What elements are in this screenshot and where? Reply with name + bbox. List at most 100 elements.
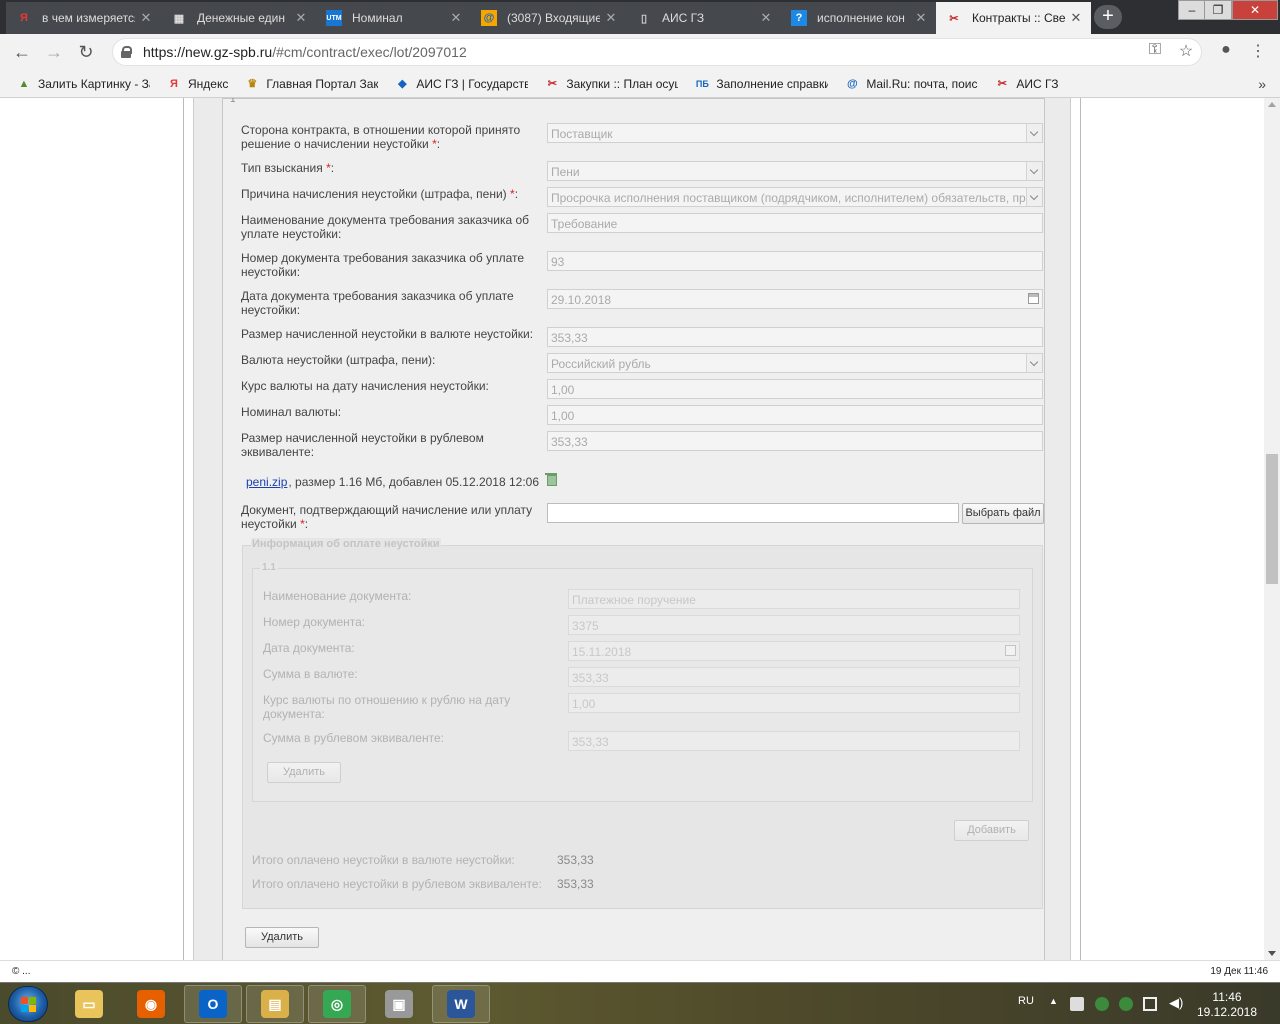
emblem-icon: ♛ [247, 78, 258, 90]
clock-date: 19.12.2018 [1196, 1005, 1258, 1019]
delete-payment-button[interactable]: Удалить [267, 762, 341, 783]
close-icon[interactable]: ✕ [914, 10, 928, 26]
taskbar-app-outlook[interactable]: O [184, 985, 242, 1023]
payment-text-field[interactable]: 353,33 [568, 731, 1020, 751]
tray-network-tools-icon[interactable] [1070, 997, 1084, 1011]
choose-file-button[interactable]: Выбрать файл [962, 503, 1044, 524]
browser-tab[interactable]: ? исполнение кон ✕ [781, 2, 937, 34]
field-label: Курс валюты на дату начисления неустойки… [241, 379, 489, 393]
status-bar: © ... 19 Дек 11:46 [0, 960, 1280, 982]
close-icon[interactable]: ✕ [449, 10, 463, 26]
file-path-input[interactable] [547, 503, 959, 523]
field-label: Номинал валюты: [241, 405, 342, 419]
tools-icon: ✂ [949, 12, 959, 25]
taskbar-app-chrome[interactable]: ◎ [308, 985, 366, 1023]
bookmark-item[interactable]: ✂ АИС ГЗ [994, 76, 1059, 92]
vertical-scrollbar[interactable] [1264, 98, 1280, 960]
payment-text-field[interactable]: 3375 [568, 615, 1020, 635]
bookmark-item[interactable]: ✂ Закупки :: План осущ [544, 76, 679, 92]
select-field[interactable]: Российский рубль [547, 353, 1043, 373]
text-field[interactable]: 1,00 [547, 379, 1043, 399]
chevron-down-icon[interactable] [1026, 124, 1042, 142]
taskbar-clock[interactable]: 11:46 19.12.2018 [1192, 990, 1262, 1020]
forward-icon[interactable]: → [42, 40, 66, 64]
field-label: Валюта неустойки (штрафа, пени): [241, 353, 436, 367]
browser-tab[interactable]: ▦ Денежные един ✕ [161, 2, 317, 34]
chevron-down-icon[interactable] [1026, 188, 1042, 206]
scrollbar-thumb[interactable] [1266, 454, 1278, 584]
payment-field-label: Дата документа: [263, 641, 355, 655]
bookmark-item[interactable]: ♛ Главная Портал Заку [244, 76, 378, 92]
close-icon[interactable]: ✕ [1069, 10, 1083, 26]
calendar-icon[interactable] [1028, 293, 1039, 304]
tray-display-icon[interactable] [1143, 997, 1157, 1011]
taskbar-app-file-manager[interactable]: ▤ [246, 985, 304, 1023]
close-icon[interactable]: ✕ [294, 10, 308, 26]
key-icon[interactable]: ⚿ [1144, 41, 1166, 59]
select-field[interactable]: Поставщик [547, 123, 1043, 143]
close-window-button[interactable]: ✕ [1232, 0, 1278, 20]
text-field[interactable]: Требование [547, 213, 1043, 233]
clock-time: 11:46 [1212, 990, 1242, 1004]
payment-field-label: Курс валюты по отношению к рублю на дату… [263, 693, 511, 721]
browser-tab[interactable]: UTM Номинал ✕ [316, 2, 472, 34]
language-indicator[interactable]: RU [1018, 995, 1034, 1024]
minimize-button[interactable]: – [1178, 0, 1206, 20]
select-field[interactable]: Просрочка исполнения поставщиком (подряд… [547, 187, 1043, 207]
reload-icon[interactable]: ↻ [74, 40, 98, 64]
tray-security-icon[interactable] [1119, 997, 1133, 1011]
text-field[interactable]: 93 [547, 251, 1043, 271]
bookmark-star-icon[interactable]: ☆ [1175, 41, 1197, 61]
close-icon[interactable]: ✕ [604, 10, 618, 26]
browser-tab[interactable]: Яв чем измеряется ✕ [6, 2, 162, 34]
bookmark-item[interactable]: ▲ Залить Картинку - За [16, 76, 150, 92]
payment-date-field[interactable]: 15.11.2018 [568, 641, 1020, 661]
start-button[interactable] [8, 986, 48, 1022]
profile-icon[interactable]: ● [1215, 41, 1237, 59]
bookmarks-more-button[interactable]: » [1258, 76, 1266, 92]
new-tab-button[interactable]: + [1094, 5, 1122, 29]
taskbar-app-word[interactable]: W [432, 985, 490, 1023]
chevron-down-icon[interactable] [1026, 162, 1042, 180]
back-icon[interactable]: ← [10, 40, 34, 64]
maximize-button[interactable]: ❐ [1204, 0, 1232, 20]
close-icon[interactable]: ✕ [139, 10, 153, 26]
browser-tab[interactable]: ▯ АИС ГЗ ✕ [626, 2, 782, 34]
text-field[interactable]: 1,00 [547, 405, 1043, 425]
taskbar-app-firefox[interactable]: ◉ [122, 985, 180, 1023]
scroll-down-icon[interactable] [1268, 951, 1276, 956]
payment-text-field[interactable]: Платежное поручение [568, 589, 1020, 609]
add-payment-button[interactable]: Добавить [954, 820, 1029, 841]
bookmark-item[interactable]: ПБ Заполнение справки [694, 76, 828, 92]
menu-icon[interactable]: ⋮ [1247, 41, 1269, 61]
chevron-down-icon[interactable] [1026, 354, 1042, 372]
attachment-link[interactable]: peni.zip [246, 475, 287, 489]
attachment: peni.zip , размер 1.16 Мб, добавлен 05.1… [246, 472, 558, 489]
windows-taskbar: ▭ ◉ O ▤ ◎ ▣ W RU ▲ ◀) 11:46 19.12.2018 [0, 982, 1280, 1024]
field-label: Наименование документа требования заказч… [241, 213, 530, 241]
date-field[interactable]: 29.10.2018 [547, 289, 1043, 309]
taskbar-app-explorer[interactable]: ▭ [60, 985, 118, 1023]
volume-icon[interactable]: ◀) [1169, 995, 1183, 1024]
calendar-icon[interactable] [1005, 645, 1016, 656]
browser-tab[interactable]: @ (3087) Входящие ✕ [471, 2, 627, 34]
address-bar[interactable]: https://new.gz-spb.ru/#cm/contract/exec/… [112, 38, 1202, 66]
close-icon[interactable]: ✕ [759, 10, 773, 26]
payment-text-field[interactable]: 353,33 [568, 667, 1020, 687]
page-container: 1 Сторона контракта, в отношении которой… [183, 98, 1081, 960]
bookmark-item[interactable]: Я Яндекс [166, 76, 228, 92]
taskbar-app-fax[interactable]: ▣ [370, 985, 428, 1023]
bookmark-item[interactable]: ◆ АИС ГЗ | Государстве [394, 76, 528, 92]
text-field[interactable]: 353,33 [547, 431, 1043, 451]
browser-tab[interactable]: ✂ Контракты :: Све ✕ [936, 2, 1092, 34]
bookmarks-bar: ▲ Залить Картинку - За Я Яндекс ♛ Главная Пор… [0, 70, 1280, 98]
scroll-up-icon[interactable] [1268, 102, 1276, 107]
text-field[interactable]: 353,33 [547, 327, 1043, 347]
payment-text-field[interactable]: 1,00 [568, 693, 1020, 713]
select-field[interactable]: Пени [547, 161, 1043, 181]
bookmark-item[interactable]: @ Mail.Ru: почта, поиск [844, 76, 978, 92]
tray-kaspersky-icon[interactable] [1095, 997, 1109, 1011]
delete-penalty-button[interactable]: Удалить [245, 927, 319, 948]
delete-attachment-icon[interactable] [545, 472, 558, 486]
tray-expand-icon[interactable]: ▲ [1049, 996, 1058, 1024]
